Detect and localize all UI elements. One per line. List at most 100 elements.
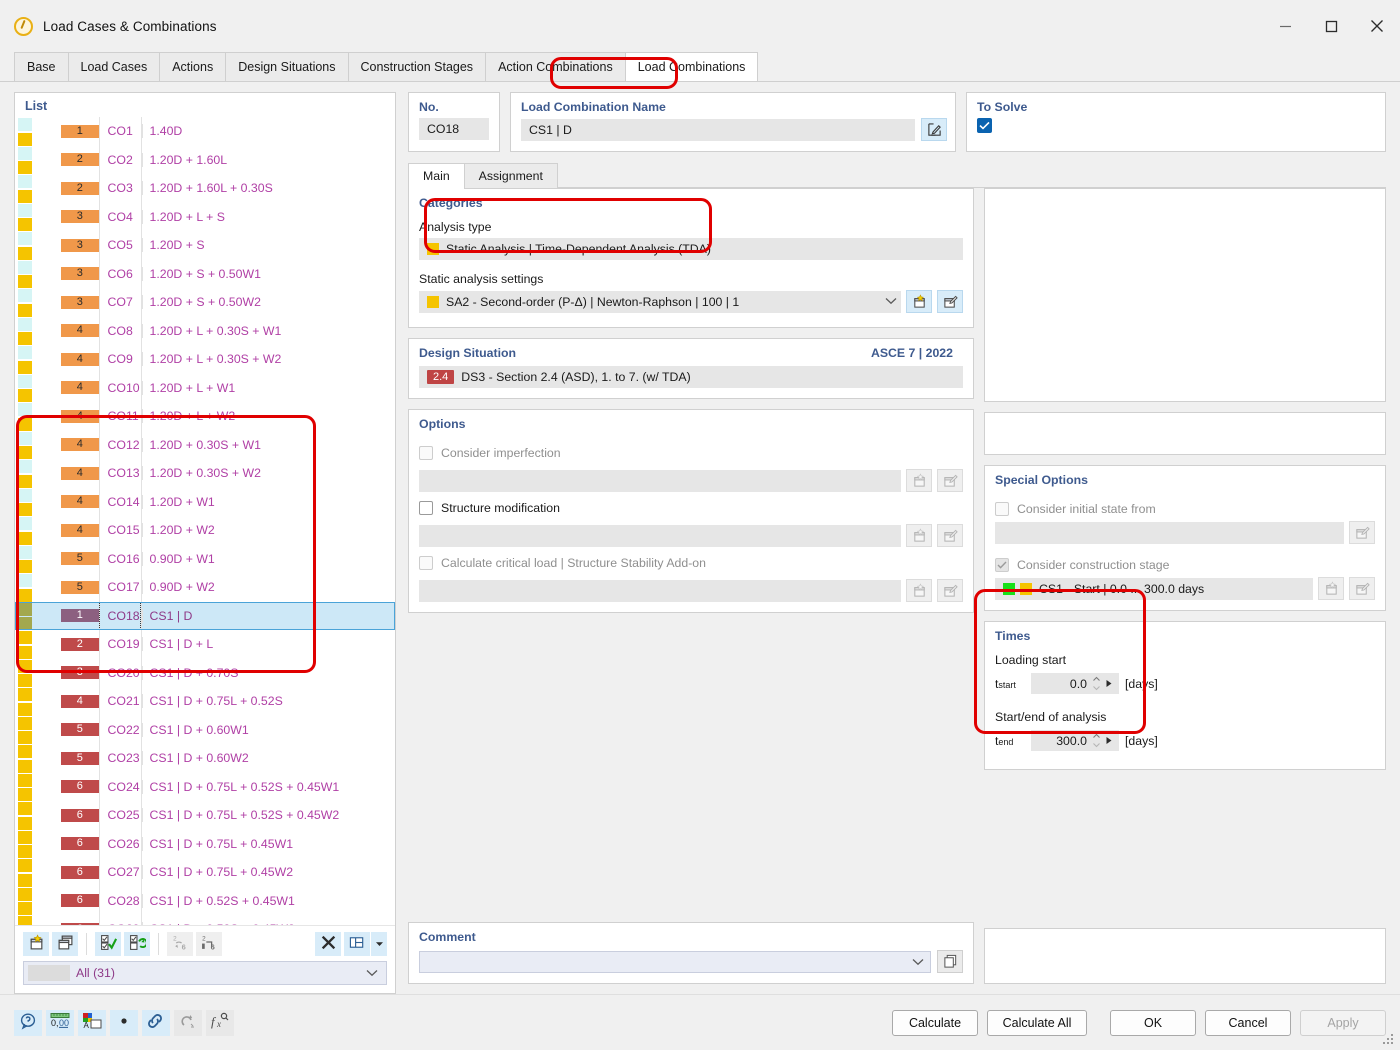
- option-row-0[interactable]: Consider imperfection: [409, 437, 973, 465]
- table-row[interactable]: 6CO29CS1 | D + 0.52S + 0.45W2: [15, 915, 395, 925]
- row-number: CO16: [100, 552, 140, 566]
- link-button[interactable]: [142, 1010, 170, 1036]
- tab-action-combinations[interactable]: Action Combinations: [485, 52, 626, 81]
- table-row[interactable]: 5CO22CS1 | D + 0.60W1: [15, 716, 395, 745]
- info-help-button[interactable]: [14, 1010, 42, 1036]
- view-options-chevron-icon[interactable]: [371, 932, 387, 956]
- tab-load-cases[interactable]: Load Cases: [68, 52, 161, 81]
- view-options-button[interactable]: [344, 932, 370, 956]
- t-start-spinner[interactable]: [1092, 676, 1101, 691]
- categories-title: Categories: [419, 196, 483, 210]
- row-description: 1.20D + S: [142, 238, 205, 252]
- copy-icon[interactable]: [937, 950, 963, 973]
- consider-construction-stage-checkbox[interactable]: [995, 558, 1009, 572]
- row-number: CO1: [100, 124, 133, 138]
- table-row[interactable]: 5CO23CS1 | D + 0.60W2: [15, 744, 395, 773]
- consider-initial-state-checkbox[interactable]: [995, 502, 1009, 516]
- option-row-2[interactable]: Calculate critical load | Structure Stab…: [409, 547, 973, 575]
- table-row[interactable]: 6CO26CS1 | D + 0.75L + 0.45W1: [15, 830, 395, 859]
- table-row[interactable]: 3CO41.20D + L + S: [15, 203, 395, 232]
- row-description: 1.20D + S + 0.50W1: [142, 267, 261, 281]
- t-start-input[interactable]: 0.0: [1031, 673, 1119, 694]
- analysis-type-value-box[interactable]: Static Analysis | Time-Dependent Analysi…: [419, 238, 963, 260]
- table-row[interactable]: 5CO170.90D + W2: [15, 573, 395, 602]
- copy-combination-button[interactable]: [52, 932, 78, 956]
- to-solve-checkbox[interactable]: [977, 118, 992, 133]
- table-row[interactable]: 6CO28CS1 | D + 0.52S + 0.45W1: [15, 887, 395, 916]
- table-row[interactable]: 4CO141.20D + W1: [15, 488, 395, 517]
- maximize-button[interactable]: [1308, 0, 1354, 52]
- new-static-settings-icon[interactable]: [906, 290, 932, 313]
- option-checkbox-1[interactable]: [419, 501, 433, 515]
- minimize-button[interactable]: [1262, 0, 1308, 52]
- new-combination-button[interactable]: [23, 932, 49, 956]
- table-row[interactable]: 2CO31.20D + 1.60L + 0.30S: [15, 174, 395, 203]
- delete-button[interactable]: [315, 932, 341, 956]
- tab-load-combinations[interactable]: Load Combinations: [625, 52, 759, 81]
- units-button[interactable]: 0,00: [46, 1010, 74, 1036]
- calculate-all-button[interactable]: Calculate All: [987, 1010, 1087, 1036]
- row-number: CO17: [100, 580, 140, 594]
- comment-input[interactable]: [419, 951, 931, 973]
- table-row[interactable]: 4CO121.20D + 0.30S + W1: [15, 431, 395, 460]
- table-row[interactable]: 6CO24CS1 | D + 0.75L + 0.52S + 0.45W1: [15, 773, 395, 802]
- consider-construction-stage-row[interactable]: Consider construction stage: [985, 544, 1385, 577]
- table-row[interactable]: 4CO21CS1 | D + 0.75L + 0.52S: [15, 687, 395, 716]
- close-button[interactable]: [1354, 0, 1400, 52]
- t-end-spinner[interactable]: [1092, 733, 1101, 748]
- detail-tab-assignment[interactable]: Assignment: [464, 163, 558, 188]
- table-row[interactable]: 1CO18CS1 | D: [15, 602, 395, 631]
- table-row[interactable]: 1CO11.40D: [15, 117, 395, 146]
- edit-construction-stage-icon: [1349, 577, 1375, 600]
- ok-button[interactable]: OK: [1110, 1010, 1196, 1036]
- table-row[interactable]: 3CO61.20D + S + 0.50W1: [15, 260, 395, 289]
- t-end-input[interactable]: 300.0: [1031, 730, 1119, 751]
- table-row[interactable]: 4CO131.20D + 0.30S + W2: [15, 459, 395, 488]
- table-row[interactable]: 3CO51.20D + S: [15, 231, 395, 260]
- table-row[interactable]: 4CO111.20D + L + W2: [15, 402, 395, 431]
- table-row[interactable]: 2CO19CS1 | D + L: [15, 630, 395, 659]
- table-row[interactable]: 3CO71.20D + S + 0.50W2: [15, 288, 395, 317]
- edit-static-settings-icon[interactable]: [937, 290, 963, 313]
- table-row[interactable]: 2CO21.20D + 1.60L: [15, 146, 395, 175]
- cancel-button[interactable]: Cancel: [1205, 1010, 1291, 1036]
- t-end-play-icon[interactable]: [1101, 734, 1117, 748]
- list-filter-dropdown[interactable]: All (31): [23, 961, 387, 985]
- table-row[interactable]: 4CO81.20D + L + 0.30S + W1: [15, 317, 395, 346]
- point-button[interactable]: [110, 1010, 138, 1036]
- table-row[interactable]: 6CO27CS1 | D + 0.75L + 0.45W2: [15, 858, 395, 887]
- option-row-1[interactable]: Structure modification: [409, 492, 973, 520]
- table-row[interactable]: 4CO91.20D + L + 0.30S + W2: [15, 345, 395, 374]
- row-color-swatch-1: [18, 118, 32, 131]
- option-checkbox-2[interactable]: [419, 556, 433, 570]
- edit-pencil-icon[interactable]: [921, 118, 947, 141]
- invert-selection-button[interactable]: [124, 932, 150, 956]
- table-row[interactable]: 3CO20CS1 | D + 0.70S: [15, 659, 395, 688]
- tab-construction-stages[interactable]: Construction Stages: [348, 52, 487, 81]
- calculate-button[interactable]: Calculate: [892, 1010, 978, 1036]
- detail-tab-main[interactable]: Main: [408, 163, 465, 188]
- t-start-play-icon[interactable]: [1101, 677, 1117, 691]
- display-properties-button[interactable]: A: [78, 1010, 106, 1036]
- design-situation-value-box[interactable]: 2.4 DS3 - Section 2.4 (ASD), 1. to 7. (w…: [419, 366, 963, 388]
- row-group-badge: 4: [61, 324, 99, 337]
- row-color-swatch-1: [18, 745, 32, 758]
- tab-design-situations[interactable]: Design Situations: [225, 52, 348, 81]
- tab-actions[interactable]: Actions: [159, 52, 226, 81]
- resize-grip[interactable]: [1383, 1034, 1395, 1046]
- row-color-swatch-2: [18, 304, 32, 317]
- design-standard: ASCE 7 | 2022: [871, 346, 963, 360]
- static-settings-dropdown[interactable]: SA2 - Second-order (P-Δ) | Newton-Raphso…: [419, 291, 901, 313]
- consider-initial-state-row[interactable]: Consider initial state from: [985, 493, 1385, 521]
- combination-list-scroll[interactable]: 1CO11.40D2CO21.20D + 1.60L2CO31.20D + 1.…: [15, 117, 395, 925]
- option-checkbox-0[interactable]: [419, 446, 433, 460]
- table-row[interactable]: 4CO151.20D + W2: [15, 516, 395, 545]
- table-row[interactable]: 5CO160.90D + W1: [15, 545, 395, 574]
- name-input[interactable]: CS1 | D: [521, 119, 915, 141]
- table-row[interactable]: 6CO25CS1 | D + 0.75L + 0.52S + 0.45W2: [15, 801, 395, 830]
- construction-stage-value-box[interactable]: CS1 - Start | 0.0 ... 300.0 days: [995, 578, 1313, 600]
- select-all-button[interactable]: [95, 932, 121, 956]
- filter-color-swatch: [28, 965, 70, 981]
- table-row[interactable]: 4CO101.20D + L + W1: [15, 374, 395, 403]
- tab-base[interactable]: Base: [14, 52, 69, 81]
